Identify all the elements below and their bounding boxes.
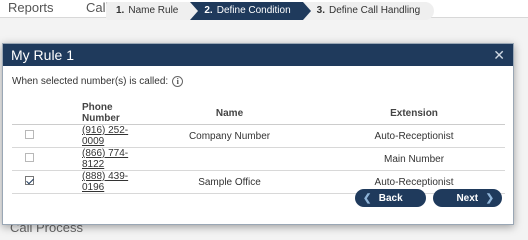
row-checkbox-cell bbox=[12, 147, 46, 171]
step-number: 3. bbox=[316, 5, 325, 16]
table-row[interactable]: (888) 439-0196 Sample Office Auto-Recept… bbox=[12, 170, 505, 194]
nav-reports[interactable]: Reports bbox=[8, 0, 54, 15]
name-cell: Company Number bbox=[136, 124, 324, 148]
chevron-left-icon: ❮ bbox=[363, 192, 372, 204]
header-select bbox=[12, 102, 46, 125]
step-number: 1. bbox=[116, 5, 125, 16]
step-label: Define Condition bbox=[216, 5, 291, 16]
row-checkbox[interactable] bbox=[24, 130, 34, 139]
next-button[interactable]: Next ❯ bbox=[433, 189, 502, 207]
header-extension: Extension bbox=[323, 102, 505, 125]
table-row[interactable]: (866) 774-8122 Main Number bbox=[12, 147, 505, 171]
step-number: 2. bbox=[204, 5, 213, 16]
dialog-header: My Rule 1 ✕ bbox=[3, 44, 513, 66]
condition-prompt: When selected number(s) is called: i bbox=[12, 76, 184, 87]
table-row[interactable]: (916) 252-0009 Company Number Auto-Recep… bbox=[12, 124, 505, 148]
wizard-steps: 1. Name Rule 2. Define Condition 3. Define … bbox=[106, 2, 435, 20]
back-label: Back bbox=[378, 192, 403, 204]
phone-number-cell: (916) 252-0009 bbox=[46, 124, 136, 148]
info-icon[interactable]: i bbox=[172, 76, 184, 87]
wizard-step-define-call-handling[interactable]: 3. Define Call Handling bbox=[302, 2, 435, 20]
row-checkbox[interactable] bbox=[24, 153, 34, 162]
dialog-title: My Rule 1 bbox=[11, 47, 75, 63]
wizard-step-name-rule[interactable]: 1. Name Rule bbox=[106, 2, 199, 20]
wizard-step-define-condition[interactable]: 2. Define Condition bbox=[190, 2, 311, 20]
header-phone-number: Phone Number bbox=[46, 102, 136, 125]
row-checkbox-cell bbox=[12, 170, 46, 194]
phone-number-cell: (888) 439-0196 bbox=[46, 170, 136, 194]
phone-number-cell: (866) 774-8122 bbox=[46, 147, 136, 171]
rule-dialog: My Rule 1 ✕ When selected number(s) is c… bbox=[2, 43, 514, 225]
row-checkbox-cell bbox=[12, 124, 46, 148]
name-cell: Sample Office bbox=[136, 170, 324, 194]
next-label: Next bbox=[456, 192, 479, 204]
prompt-text: When selected number(s) is called: bbox=[12, 76, 169, 87]
header-name: Name bbox=[136, 102, 324, 125]
row-checkbox-checked[interactable] bbox=[24, 176, 34, 185]
step-label: Define Call Handling bbox=[329, 5, 421, 16]
back-button[interactable]: ❮ Back bbox=[355, 189, 426, 207]
step-label: Name Rule bbox=[128, 5, 179, 16]
phone-numbers-table: Phone Number Name Extension (916) 252-00… bbox=[12, 102, 505, 194]
extension-cell: Main Number bbox=[323, 147, 505, 171]
extension-cell: Auto-Receptionist bbox=[323, 124, 505, 148]
name-cell bbox=[136, 147, 324, 171]
table-header-row: Phone Number Name Extension bbox=[12, 102, 505, 125]
close-icon[interactable]: ✕ bbox=[493, 47, 505, 64]
chevron-right-icon: ❯ bbox=[485, 192, 494, 204]
